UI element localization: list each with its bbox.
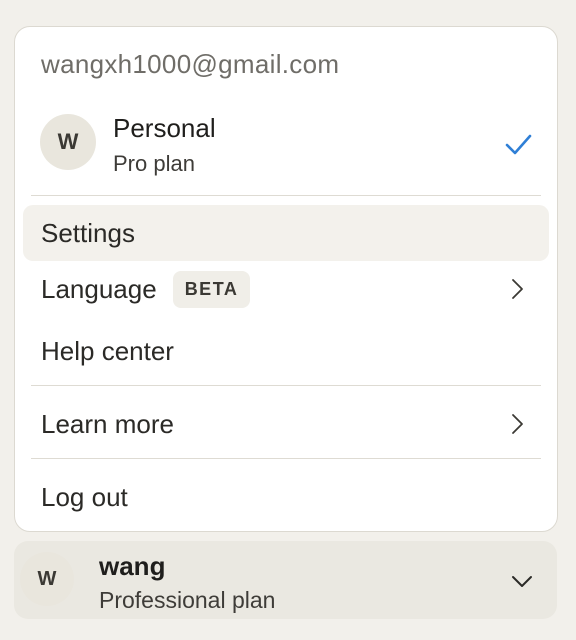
chevron-right-icon bbox=[512, 279, 523, 299]
menu-item-language[interactable]: Language BETA bbox=[23, 261, 549, 317]
menu-item-settings[interactable]: Settings bbox=[23, 205, 549, 261]
menu-item-learn-more[interactable]: Learn more bbox=[23, 396, 549, 452]
chevron-right-icon bbox=[512, 414, 523, 434]
divider bbox=[31, 385, 541, 386]
chevron-down-icon bbox=[512, 576, 532, 587]
account-name: Personal bbox=[113, 113, 216, 143]
account-switcher[interactable]: W wang Professional plan bbox=[14, 541, 557, 619]
check-icon bbox=[505, 134, 532, 155]
menu-item-label: Log out bbox=[41, 481, 128, 512]
account-email: wangxh1000@gmail.com bbox=[41, 49, 340, 79]
user-plan: Professional plan bbox=[99, 587, 276, 613]
menu-item-label: Settings bbox=[41, 217, 135, 248]
beta-badge: BETA bbox=[172, 270, 251, 308]
divider bbox=[31, 458, 541, 459]
menu-item-label: Help center bbox=[41, 335, 174, 366]
menu-item-help-center[interactable]: Help center bbox=[23, 323, 549, 379]
menu-item-label: Language bbox=[41, 273, 157, 304]
avatar: W bbox=[20, 552, 74, 606]
avatar: W bbox=[40, 114, 96, 170]
account-plan: Pro plan bbox=[113, 151, 195, 176]
user-name: wang bbox=[99, 551, 166, 581]
menu-item-log-out[interactable]: Log out bbox=[23, 469, 549, 525]
divider bbox=[31, 195, 541, 196]
account-menu: wangxh1000@gmail.com W Personal Pro plan… bbox=[14, 26, 558, 532]
account-option-personal[interactable]: W Personal Pro plan bbox=[31, 109, 543, 181]
menu-item-label: Learn more bbox=[41, 408, 174, 439]
